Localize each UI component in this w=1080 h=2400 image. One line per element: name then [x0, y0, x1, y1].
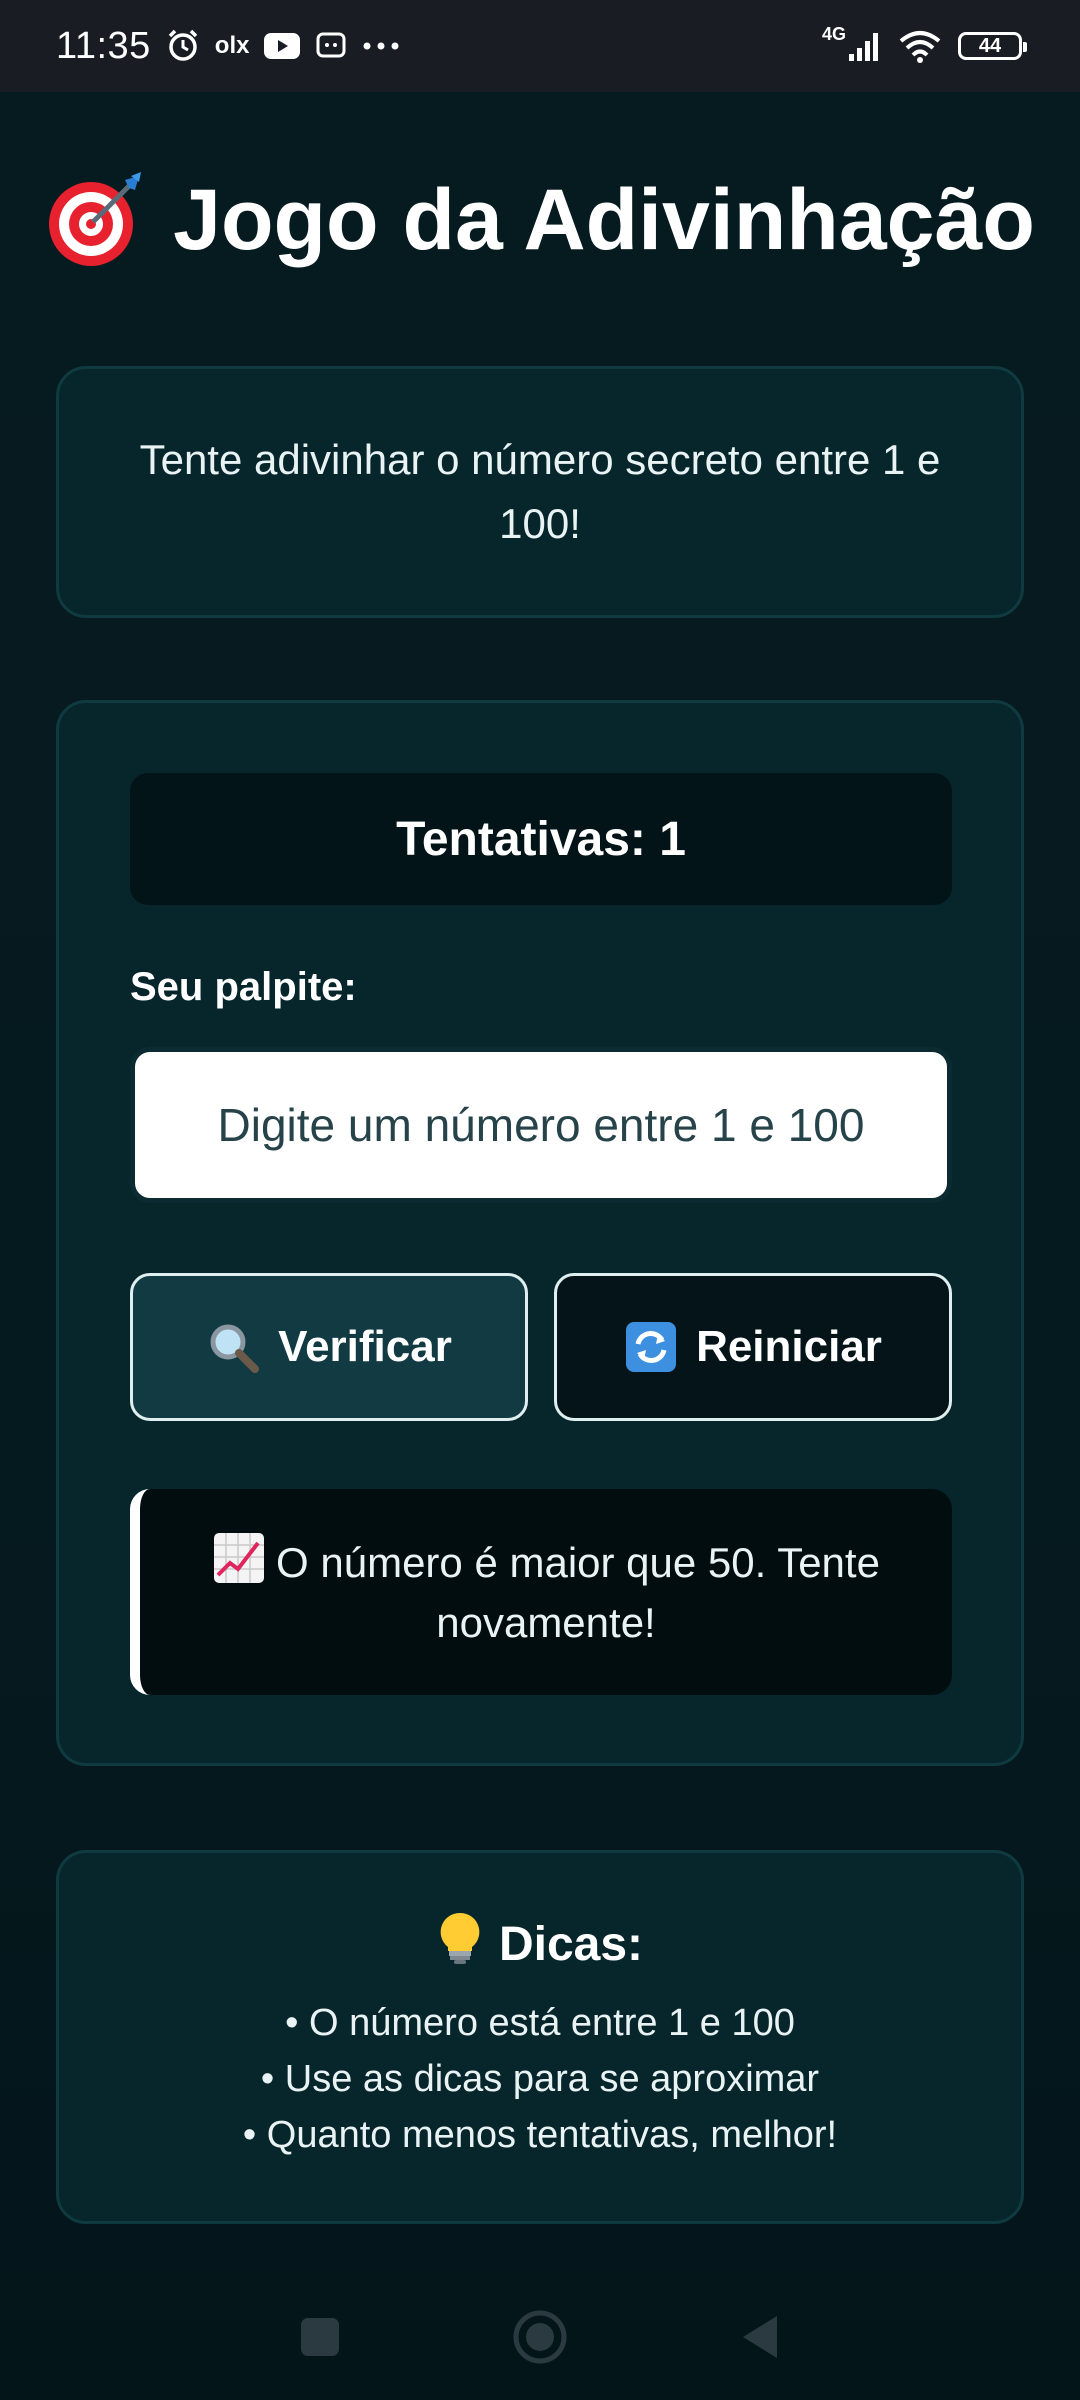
- back-icon[interactable]: [725, 2302, 795, 2372]
- more-icon: [361, 41, 401, 51]
- intro-card: Tente adivinhar o número secreto entre 1…: [56, 366, 1024, 618]
- battery-level: 44: [978, 34, 1002, 57]
- wifi-icon: [898, 29, 942, 63]
- feedback-message: O número é maior que 50. Tente novamente…: [130, 1489, 952, 1695]
- feedback-content: O número é maior que 50. Tente novamente…: [180, 1531, 912, 1653]
- status-time: 11:35: [56, 24, 151, 67]
- title-text: Jogo da Adivinhação: [173, 171, 1035, 268]
- tips-title-text: Dicas:: [498, 1917, 644, 1971]
- home-icon[interactable]: [505, 2302, 575, 2372]
- battery-icon: 44: [958, 32, 1027, 60]
- youtube-icon: [263, 32, 301, 60]
- status-bar: 11:35 olx 4G 44: [0, 0, 1080, 92]
- olx-icon: olx: [214, 32, 250, 59]
- status-right: 4G 44: [822, 24, 1027, 63]
- chart-increasing-icon: [212, 1531, 266, 1585]
- attempts-counter: Tentativas: 1: [130, 773, 952, 905]
- notification-icon: [315, 30, 347, 62]
- guess-input[interactable]: [130, 1047, 952, 1203]
- tip-item: • O número está entre 1 e 100: [285, 2002, 795, 2044]
- tips-title: Dicas:: [59, 1911, 1021, 1977]
- tip-item: • Use as dicas para se aproximar: [260, 2058, 820, 2100]
- alarm-icon: [165, 28, 201, 64]
- signal-icon: [848, 30, 882, 62]
- reset-button-label: Reiniciar: [696, 1322, 882, 1371]
- guess-label: Seu palpite:: [130, 965, 357, 1009]
- recents-icon[interactable]: [285, 2302, 355, 2372]
- game-card: Tentativas: 1 Seu palpite: Verificar: [56, 700, 1024, 1766]
- magnifier-icon: [206, 1320, 260, 1374]
- app-screen: 11:35 olx 4G 44 Jogo da Adivinhação Tent…: [0, 0, 1080, 2400]
- target-icon: [45, 170, 145, 270]
- status-left: 11:35 olx: [56, 25, 401, 68]
- network-type: 4G: [821, 23, 846, 44]
- tips-card: Dicas: • O número está entre 1 e 100 • U…: [56, 1850, 1024, 2224]
- reset-button[interactable]: Reiniciar: [554, 1273, 952, 1421]
- verify-button[interactable]: Verificar: [130, 1273, 528, 1421]
- system-nav-bar: [0, 2274, 1080, 2400]
- verify-button-label: Verificar: [278, 1322, 452, 1371]
- lightbulb-icon: [437, 1911, 483, 1977]
- feedback-text: O número é maior que 50. Tente novamente…: [276, 1539, 880, 1646]
- tip-item: • Quanto menos tentativas, melhor!: [242, 2114, 838, 2156]
- page-title: Jogo da Adivinhação: [0, 170, 1080, 270]
- refresh-icon: [624, 1320, 678, 1374]
- intro-text: Tente adivinhar o número secreto entre 1…: [139, 436, 941, 547]
- tips-list: • O número está entre 1 e 100 • Use as d…: [59, 1995, 1021, 2163]
